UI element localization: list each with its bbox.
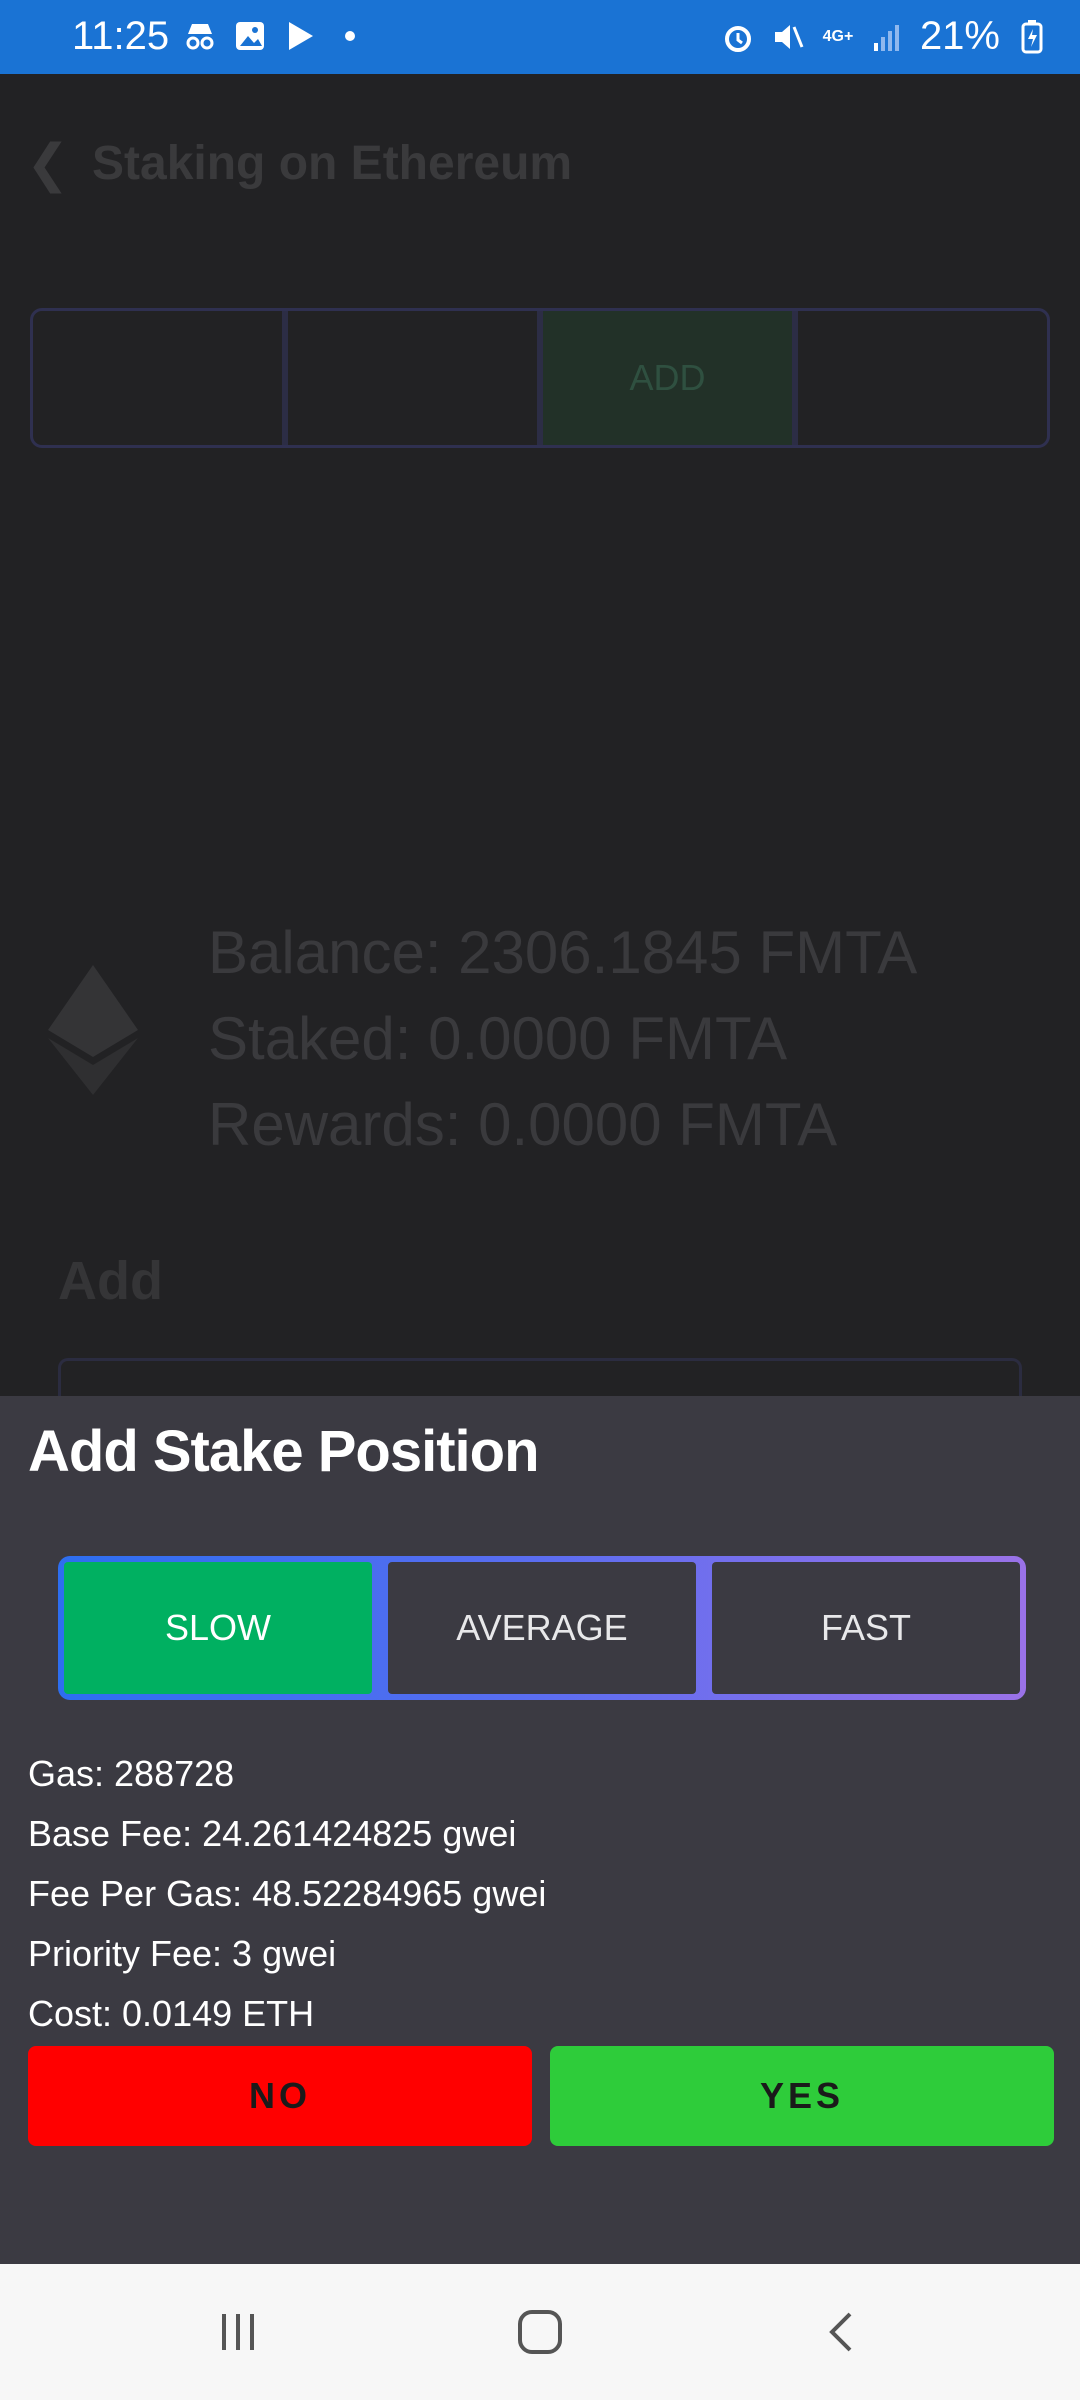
tab-2[interactable]: [288, 311, 543, 445]
signal-icon: [870, 19, 906, 55]
page-title: Staking on Ethereum: [92, 137, 573, 190]
staking-stats: Balance: 2306.1845 FMTA Staked: 0.0000 F…: [208, 910, 917, 1168]
incognito-icon: [182, 18, 218, 54]
gallery-icon: [232, 18, 268, 54]
ethereum-logo-icon: [48, 965, 138, 1095]
recent-apps-icon[interactable]: [208, 2304, 268, 2360]
battery-icon: [1014, 19, 1050, 55]
tab-1[interactable]: [33, 311, 288, 445]
notification-icons: [182, 18, 368, 54]
cost-text: Cost: 0.0149 ETH: [28, 1993, 315, 2034]
alarm-icon: [720, 19, 756, 55]
mute-icon: [770, 19, 806, 55]
staking-tabs: ADD: [30, 308, 1050, 448]
back-icon[interactable]: ❮: [26, 134, 70, 194]
priority-fee-text: Priority Fee: 3 gwei: [28, 1933, 337, 1974]
balance-text: Balance: 2306.1845 FMTA: [208, 919, 918, 986]
no-button[interactable]: NO: [28, 2046, 532, 2146]
home-icon[interactable]: [510, 2304, 570, 2360]
yes-button[interactable]: YES: [550, 2046, 1054, 2146]
speed-slow-button[interactable]: SLOW: [64, 1562, 372, 1694]
base-fee-text: Base Fee: 24.261424825 gwei: [28, 1813, 517, 1854]
battery-percent: 21%: [919, 14, 1000, 58]
dot-icon: [332, 18, 368, 54]
tab-4[interactable]: [798, 311, 1047, 445]
status-bar: 11:25 4G+ 21%: [0, 0, 1080, 74]
staked-text: Staked: 0.0000 FMTA: [208, 1005, 788, 1072]
status-time: 11:25: [72, 14, 170, 58]
background-page: [0, 74, 1080, 1396]
fee-details: Gas: 288728 Base Fee: 24.261424825 gwei …: [28, 1744, 546, 2044]
play-store-icon: [282, 18, 318, 54]
gas-text: Gas: 288728: [28, 1753, 235, 1794]
back-nav-icon[interactable]: [812, 2304, 872, 2360]
fee-per-gas-text: Fee Per Gas: 48.52284965 gwei: [28, 1873, 547, 1914]
rewards-text: Rewards: 0.0000 FMTA: [208, 1091, 838, 1158]
network-icon: 4G+: [822, 27, 854, 45]
speed-fast-button[interactable]: FAST: [712, 1562, 1020, 1694]
system-icons: 4G+ 21%: [720, 14, 1050, 59]
navigation-bar: [0, 2264, 1080, 2400]
add-section-heading: Add: [58, 1251, 163, 1311]
speed-average-button[interactable]: AVERAGE: [388, 1562, 696, 1694]
tab-add[interactable]: ADD: [543, 311, 798, 445]
sheet-title: Add Stake Position: [28, 1419, 540, 1484]
gas-speed-selector: SLOW AVERAGE FAST: [58, 1556, 1026, 1700]
add-stake-sheet: Add Stake Position SLOW AVERAGE FAST Gas…: [0, 1396, 1080, 2264]
